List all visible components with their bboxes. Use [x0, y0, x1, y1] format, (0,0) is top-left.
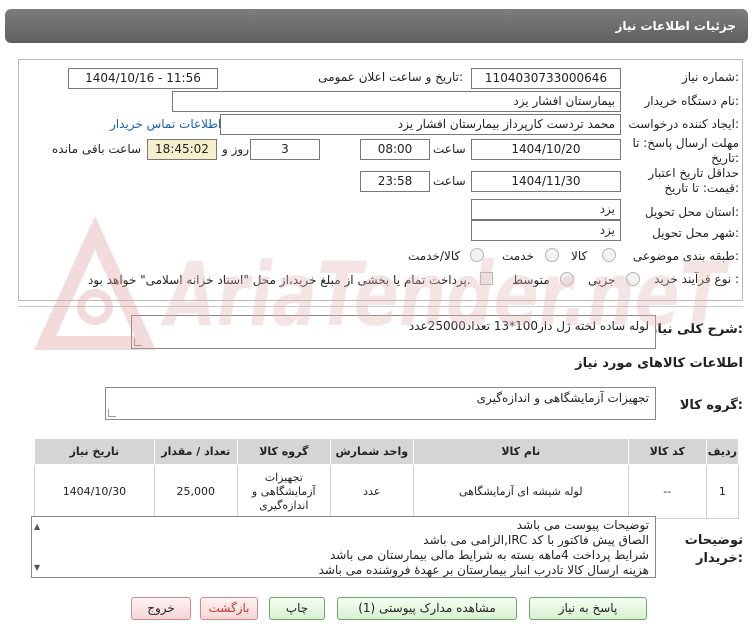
- days-field: 3: [250, 139, 320, 160]
- col-date-header: تاریخ نیاز: [34, 438, 155, 465]
- buyer-note-line: شرایط پرداخت 4ماهه بسته به شرایط مالی بی…: [329, 548, 649, 562]
- col-qty-header: تعداد / مقدار: [153, 438, 238, 465]
- cell-date: 1404/10/30: [34, 464, 155, 519]
- announce-field: 1404/10/16 - 11:56: [68, 68, 218, 89]
- goods-group-label: گروه کالا:: [679, 398, 743, 413]
- buyer-note-line: توضیحات پیوست می باشد: [516, 518, 649, 532]
- col-unit-header: واحد شمارش: [329, 438, 414, 465]
- process-radio-minor[interactable]: [626, 272, 640, 286]
- creator-field: محمد تردست کارپرداز بیمارستان افشار یزد: [220, 114, 621, 135]
- city-label: شهر محل تحویل:: [652, 226, 739, 240]
- table-header-row: ردیف کد کالا نام کالا واحد شمارش گروه کا…: [34, 438, 740, 465]
- buyer-org-field: بیمارستان افشار یزد: [172, 91, 621, 112]
- reply-button[interactable]: پاسخ به نیاز: [529, 597, 647, 620]
- validity-date-field: 1404/11/30: [471, 171, 621, 192]
- print-button[interactable]: چاپ: [269, 597, 325, 620]
- remaining-time-field: 18:45:02: [147, 139, 217, 160]
- cell-qty: 25,000: [153, 464, 238, 519]
- province-label: استان محل تحویل:: [644, 205, 739, 219]
- remaining-label: ساعت باقی مانده: [52, 142, 142, 156]
- process-option-minor: جزیی: [588, 273, 616, 287]
- buyer-note-line: هزینه ارسال کالا تادرب انبار بیمارستان ب…: [318, 563, 649, 577]
- summary-label: شرح کلی نیاز:: [649, 322, 743, 337]
- goods-group-textarea[interactable]: تجهیزات آزمایشگاهی و اندازه‌گیری: [105, 387, 656, 420]
- cell-name: لوله شیشه ای آزمایشگاهی: [412, 464, 629, 519]
- scroll-down-icon[interactable]: ▼: [34, 560, 40, 575]
- category-label: طبقه بندی موضوعی:: [632, 249, 739, 263]
- contact-buyer-link[interactable]: اطلاعات تماس خریدار: [110, 117, 221, 131]
- need-number-label: شماره نیاز:: [681, 70, 739, 84]
- process-option-medium: متوسط: [512, 273, 550, 287]
- cell-unit: عدد: [329, 464, 414, 519]
- section-divider: [18, 306, 743, 307]
- creator-label: ایجاد کننده درخواست:: [628, 117, 739, 131]
- col-code-header: کد کالا: [627, 438, 707, 465]
- category-radio-goods-service[interactable]: [470, 248, 484, 262]
- buyer-org-label: نام دستگاه خریدار:: [644, 94, 740, 108]
- deadline-time-word: ساعت: [433, 142, 466, 156]
- deadline-time-field: 08:00: [360, 139, 430, 160]
- attachments-button[interactable]: مشاهده مدارک پیوستی (1): [337, 597, 517, 620]
- table-row[interactable]: 1 -- لوله شیشه ای آزمایشگاهی عدد تجهیزات…: [34, 464, 740, 519]
- col-group-header: گروه کالا: [236, 438, 331, 465]
- resize-grip[interactable]: [134, 338, 142, 346]
- days-and-label: روز و: [222, 142, 249, 156]
- category-option-service: خدمت: [502, 249, 534, 263]
- treasury-payment-text: پرداخت تمام یا بخشی از مبلغ خرید،از محل …: [88, 273, 471, 287]
- items-table: ردیف کد کالا نام کالا واحد شمارش گروه کا…: [34, 438, 740, 519]
- announce-label: تاریخ و ساعت اعلان عمومی:: [318, 70, 463, 84]
- summary-text: لوله ساده لخته ژل دار100*13 تعداد25000عد…: [408, 319, 649, 333]
- cell-row: 1: [705, 464, 740, 519]
- scroll-up-icon[interactable]: ▲: [34, 519, 40, 534]
- category-option-goods-service: کالا/خدمت: [408, 249, 461, 263]
- goods-section-title: اطلاعات کالاهای مورد نیاز: [575, 356, 743, 371]
- province-field: یزد: [471, 199, 621, 220]
- back-button[interactable]: بازگشت: [200, 597, 258, 620]
- deadline-label: مهلت ارسال پاسخ: تا تاریخ:: [632, 136, 739, 165]
- exit-button[interactable]: خروج: [131, 597, 191, 620]
- need-number-field: 1104030733000646: [471, 68, 621, 89]
- summary-textarea[interactable]: لوله ساده لخته ژل دار100*13 تعداد25000عد…: [131, 315, 656, 349]
- window-title: جزئیات اطلاعات نیاز: [615, 19, 736, 33]
- cell-code: --: [627, 464, 707, 519]
- city-field: یزد: [471, 220, 621, 241]
- goods-group-text: تجهیزات آزمایشگاهی و اندازه‌گیری: [476, 391, 649, 405]
- validity-time-field: 23:58: [360, 171, 430, 192]
- treasury-payment-checkbox[interactable]: [480, 272, 493, 285]
- cell-group: تجهیزات آزمایشگاهی و اندازه‌گیری: [236, 464, 331, 519]
- window-titlebar: جزئیات اطلاعات نیاز: [5, 9, 748, 43]
- process-label: نوع فرآیند خرید :: [654, 272, 739, 286]
- validity-label: حداقل تاریخ اعتبار قیمت: تا تاریخ:: [648, 166, 739, 195]
- category-radio-service[interactable]: [545, 248, 559, 262]
- category-radio-goods[interactable]: [602, 248, 616, 262]
- buyer-note-line: الصاق پیش فاکتور با کد IRC,الزامی می باش…: [423, 533, 649, 547]
- resize-grip[interactable]: [108, 409, 116, 417]
- deadline-date-field: 1404/10/20: [471, 139, 621, 160]
- validity-time-word: ساعت: [433, 174, 466, 188]
- buyer-notes-label: توضیحات خریدار:: [684, 533, 743, 566]
- buyer-notes-textarea[interactable]: توضیحات پیوست می باشد الصاق پیش فاکتور ب…: [31, 516, 656, 578]
- col-name-header: نام کالا: [412, 438, 629, 465]
- process-radio-medium[interactable]: [560, 272, 574, 286]
- col-row-header: ردیف: [705, 438, 740, 465]
- category-option-goods: کالا: [571, 249, 588, 263]
